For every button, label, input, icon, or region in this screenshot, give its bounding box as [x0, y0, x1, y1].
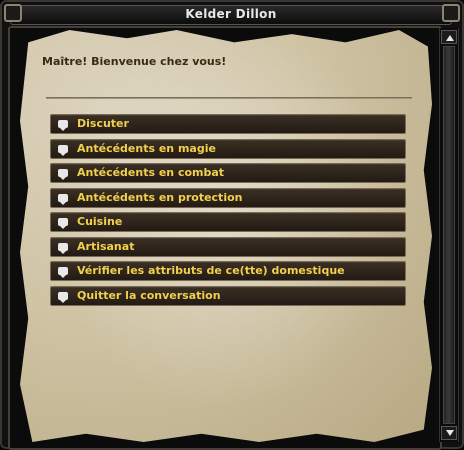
- chat-bubble-icon: [58, 292, 68, 303]
- dialog-option-discuss[interactable]: Discuter: [50, 114, 406, 134]
- chat-bubble-icon: [58, 267, 68, 278]
- dialog-option-quit-conversation[interactable]: Quitter la conversation: [50, 286, 406, 306]
- window-titlebar[interactable]: Kelder Dillon: [10, 5, 452, 25]
- arrow-down-icon: [446, 430, 454, 436]
- dialog-option-label: Cuisine: [77, 215, 123, 228]
- chat-bubble-icon: [58, 120, 68, 131]
- corner-ornament-icon: [442, 4, 460, 22]
- chat-bubble-icon: [58, 145, 68, 156]
- dialog-option-label: Antécédents en magie: [77, 142, 216, 155]
- scroll-up-button[interactable]: [441, 30, 457, 44]
- chat-bubble-icon: [58, 243, 68, 254]
- dialog-option-crafting[interactable]: Artisanat: [50, 237, 406, 257]
- dialog-option-label: Antécédents en protection: [77, 191, 243, 204]
- dialog-option-magic-background[interactable]: Antécédents en magie: [50, 139, 406, 159]
- dialog-option-label: Discuter: [77, 117, 129, 130]
- parchment-background: [20, 30, 432, 442]
- divider: [46, 97, 412, 99]
- window-title: Kelder Dillon: [185, 7, 277, 21]
- chat-bubble-icon: [58, 218, 68, 229]
- scroll-down-button[interactable]: [441, 426, 457, 440]
- dialog-window: Kelder Dillon Maître! Bienvenue chez vou…: [0, 0, 464, 450]
- corner-ornament-icon: [4, 4, 22, 22]
- chat-bubble-icon: [58, 194, 68, 205]
- dialog-option-combat-background[interactable]: Antécédents en combat: [50, 163, 406, 183]
- dialog-option-cooking[interactable]: Cuisine: [50, 212, 406, 232]
- npc-greeting: Maître! Bienvenue chez vous!: [42, 55, 227, 68]
- scroll-thumb[interactable]: [443, 46, 455, 424]
- dialog-option-check-attributes[interactable]: Vérifier les attributs de ce(tte) domest…: [50, 261, 406, 281]
- dialog-option-protection-background[interactable]: Antécédents en protection: [50, 188, 406, 208]
- vertical-scrollbar[interactable]: [439, 28, 459, 442]
- dialog-option-label: Antécédents en combat: [77, 166, 225, 179]
- dialog-option-label: Vérifier les attributs de ce(tte) domest…: [77, 264, 345, 277]
- dialog-option-label: Artisanat: [77, 240, 135, 253]
- dialog-option-label: Quitter la conversation: [77, 289, 221, 302]
- arrow-up-icon: [446, 35, 454, 41]
- chat-bubble-icon: [58, 169, 68, 180]
